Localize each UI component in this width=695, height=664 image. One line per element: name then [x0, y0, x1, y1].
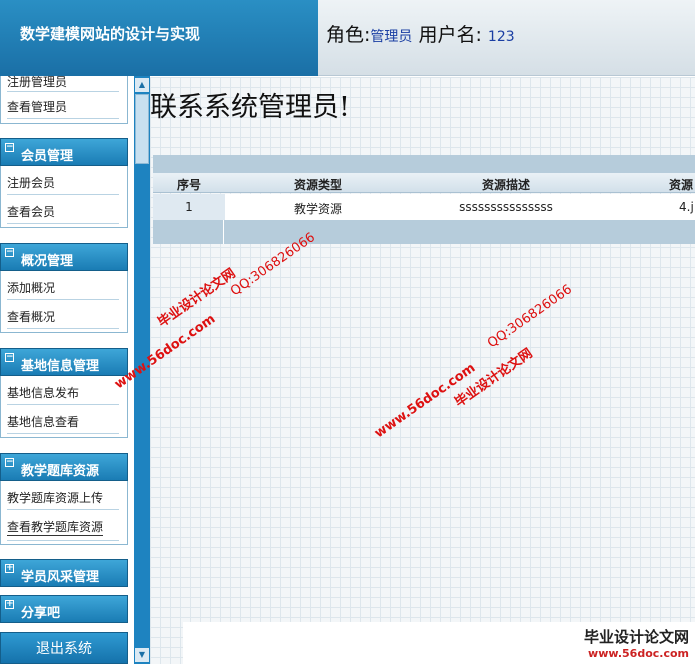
table-cell: 教学资源 — [293, 202, 342, 216]
divider — [7, 223, 119, 224]
table-cell: 1 — [185, 200, 193, 214]
collapse-icon: − — [5, 142, 14, 152]
sidebar-item-view-member[interactable]: 查看会员 — [7, 203, 55, 220]
divider — [7, 194, 119, 195]
sidebar-group-overview-header[interactable]: − 概况管理 — [0, 243, 128, 271]
sidebar-item-view-base[interactable]: 基地信息查看 — [7, 413, 79, 430]
expand-icon: + — [5, 599, 14, 609]
sidebar-item-publish-base[interactable]: 基地信息发布 — [7, 384, 79, 401]
sidebar-item-view-admin[interactable]: 查看管理员 — [7, 98, 67, 115]
collapse-icon: − — [5, 247, 14, 257]
table-header: 序号 资源类型 资源描述 资源 — [153, 173, 695, 193]
divider — [7, 299, 119, 300]
watermark-qq: QQ:306826066 — [485, 282, 575, 352]
column-header: 资源 — [669, 178, 694, 192]
column-header: 资源描述 — [481, 178, 530, 192]
scroll-thumb[interactable] — [135, 94, 149, 164]
expand-icon: + — [5, 563, 14, 573]
table-cell: sssssssssssssss — [459, 200, 553, 214]
sidebar-group-question-bank: 教学题库资源上传 查看教学题库资源 — [0, 481, 128, 545]
divider — [223, 220, 224, 244]
sidebar-item-view-overview[interactable]: 查看概况 — [7, 308, 55, 325]
sidebar-group-base-header[interactable]: − 基地信息管理 — [0, 348, 128, 376]
footer-logo-text: 毕业设计论文网 — [583, 628, 689, 646]
collapse-icon: − — [5, 352, 14, 362]
group-title: 教学题库资源 — [21, 464, 100, 479]
divider — [7, 118, 119, 119]
app-title: 数学建模网站的设计与实现 — [20, 25, 201, 43]
header-user-bar: 角色:管理员 用户名: 123 — [318, 0, 695, 76]
sidebar-menu: 注册管理员 查看管理员 − 会员管理 注册会员 查看会员 − 概况管理 添加概况… — [0, 76, 134, 664]
logout-button[interactable]: 退出系统 — [0, 632, 128, 664]
user-info: 角色:管理员 用户名: 123 — [326, 20, 515, 47]
username-label: 用户名: — [418, 24, 482, 46]
page-root: 数学建模网站的设计与实现 角色:管理员 用户名: 123 注册管理员 查看管理员… — [0, 0, 695, 664]
footer-logo: 毕业设计论文网 www.56doc.com — [584, 626, 689, 660]
scroll-down-icon[interactable]: ▼ — [135, 648, 149, 662]
group-title: 分享吧 — [21, 606, 61, 621]
divider — [7, 328, 119, 329]
sidebar-item-view-resource[interactable]: 查看教学题库资源 — [7, 518, 104, 536]
column-header: 序号 — [176, 178, 201, 192]
role-label: 角色: — [326, 24, 371, 46]
group-title: 会员管理 — [21, 149, 74, 164]
page-title: 联系系统管理员! — [150, 92, 350, 123]
sidebar-group-overview: 添加概况 查看概况 — [0, 271, 128, 333]
sidebar-group-share-header[interactable]: + 分享吧 — [0, 595, 128, 623]
role-value: 管理员 — [370, 29, 413, 45]
table-top-bar — [153, 155, 695, 173]
sidebar-group-members: 注册会员 查看会员 — [0, 166, 128, 228]
divider — [7, 91, 119, 92]
sidebar-group-base: 基地信息发布 基地信息查看 — [0, 376, 128, 438]
sidebar-item-register-member[interactable]: 注册会员 — [7, 174, 55, 191]
footer-logo-url: www.56doc.com — [588, 647, 689, 660]
table-row: 1 教学资源 sssssssssssssss 4.j — [153, 194, 695, 220]
username-value: 123 — [487, 29, 515, 45]
scroll-up-icon[interactable]: ▲ — [135, 78, 149, 92]
main-content: 联系系统管理员! 序号 资源类型 资源描述 资源 1 教学资源 ssssssss… — [112, 77, 695, 664]
sidebar-group-admin: 注册管理员 查看管理员 — [0, 76, 128, 124]
sidebar-item-upload-resource[interactable]: 教学题库资源上传 — [7, 489, 103, 506]
divider — [7, 404, 119, 405]
divider — [7, 509, 119, 510]
divider — [7, 540, 119, 541]
group-title: 基地信息管理 — [21, 359, 100, 374]
sidebar-item-add-overview[interactable]: 添加概况 — [7, 279, 55, 296]
sidebar-group-question-bank-header[interactable]: − 教学题库资源 — [0, 453, 128, 481]
sidebar-group-students-header[interactable]: + 学员风采管理 — [0, 559, 128, 587]
sidebar-group-members-header[interactable]: − 会员管理 — [0, 138, 128, 166]
divider — [7, 433, 119, 434]
sidebar-item-register-admin[interactable]: 注册管理员 — [7, 76, 67, 90]
group-title: 学员风采管理 — [21, 570, 100, 585]
table-cell: 4.j — [679, 200, 694, 214]
header-banner: 数学建模网站的设计与实现 — [0, 0, 318, 76]
table-footer-bar — [153, 220, 695, 244]
group-title: 概况管理 — [21, 254, 74, 269]
collapse-icon: − — [5, 457, 14, 467]
column-header: 资源类型 — [293, 178, 342, 192]
